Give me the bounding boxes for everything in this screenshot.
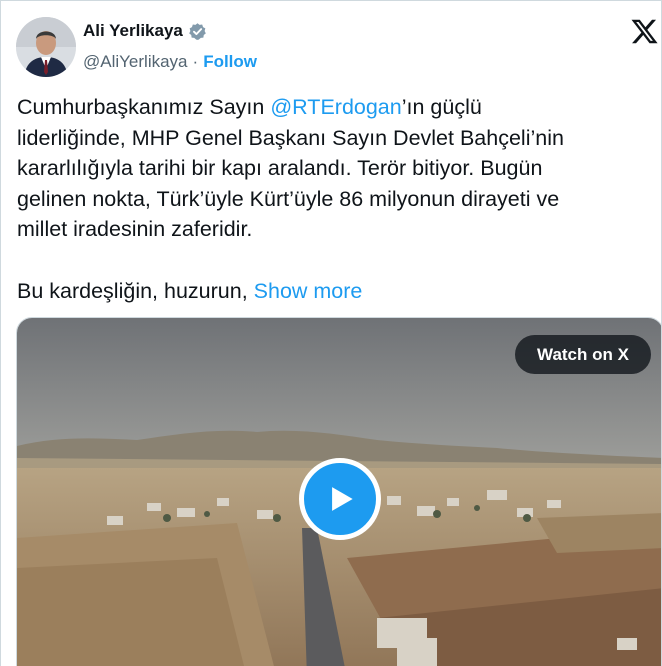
follow-button[interactable]: Follow xyxy=(203,52,257,72)
separator-dot: · xyxy=(192,52,199,71)
tweet-text: Cumhurbaşkanımız Sayın @RTErdogan’ın güç… xyxy=(17,92,657,306)
name-row: Ali Yerlikaya xyxy=(83,21,207,41)
tweet-line-5: millet iradesinin zaferidir. xyxy=(17,217,253,241)
display-name[interactable]: Ali Yerlikaya xyxy=(83,21,183,41)
video-media[interactable]: Watch on X xyxy=(16,317,661,666)
x-logo-icon[interactable] xyxy=(630,17,659,46)
tweet-header: Ali Yerlikaya @AliYerlikaya · Follow xyxy=(1,1,661,91)
play-button[interactable] xyxy=(299,458,381,540)
show-more-link[interactable]: Show more xyxy=(254,279,363,303)
mention-link[interactable]: @RTErdogan xyxy=(270,95,401,119)
handle-row: @AliYerlikaya · Follow xyxy=(83,52,257,72)
tweet-line-1: Cumhurbaşkanımız Sayın @RTErdogan’ın güç… xyxy=(17,92,657,123)
user-handle[interactable]: @AliYerlikaya xyxy=(83,52,188,72)
tweet-text-segment: ’ın güçlü xyxy=(401,95,482,119)
verified-badge-icon xyxy=(188,22,207,41)
tweet-line-2: liderliğinde, MHP Genel Başkanı Sayın De… xyxy=(17,125,564,150)
avatar-image xyxy=(16,17,76,77)
tweet-text-segment: Bu kardeşliğin, huzurun, xyxy=(17,278,254,303)
tweet-line-3: kararlılığıyla tarihi bir kapı aralandı.… xyxy=(17,156,543,180)
tweet-line-4: gelinen nokta, Türk’üyle Kürt’üyle 86 mi… xyxy=(17,186,560,211)
avatar[interactable] xyxy=(16,17,76,77)
tweet-text-segment: Cumhurbaşkanımız Sayın xyxy=(17,95,271,119)
tweet-card: Ali Yerlikaya @AliYerlikaya · Follow Cum… xyxy=(0,0,662,666)
watch-on-x-button[interactable]: Watch on X xyxy=(515,335,651,374)
play-icon xyxy=(332,487,353,511)
tweet-line-6: Bu kardeşliğin, huzurun, Show more xyxy=(17,276,657,307)
